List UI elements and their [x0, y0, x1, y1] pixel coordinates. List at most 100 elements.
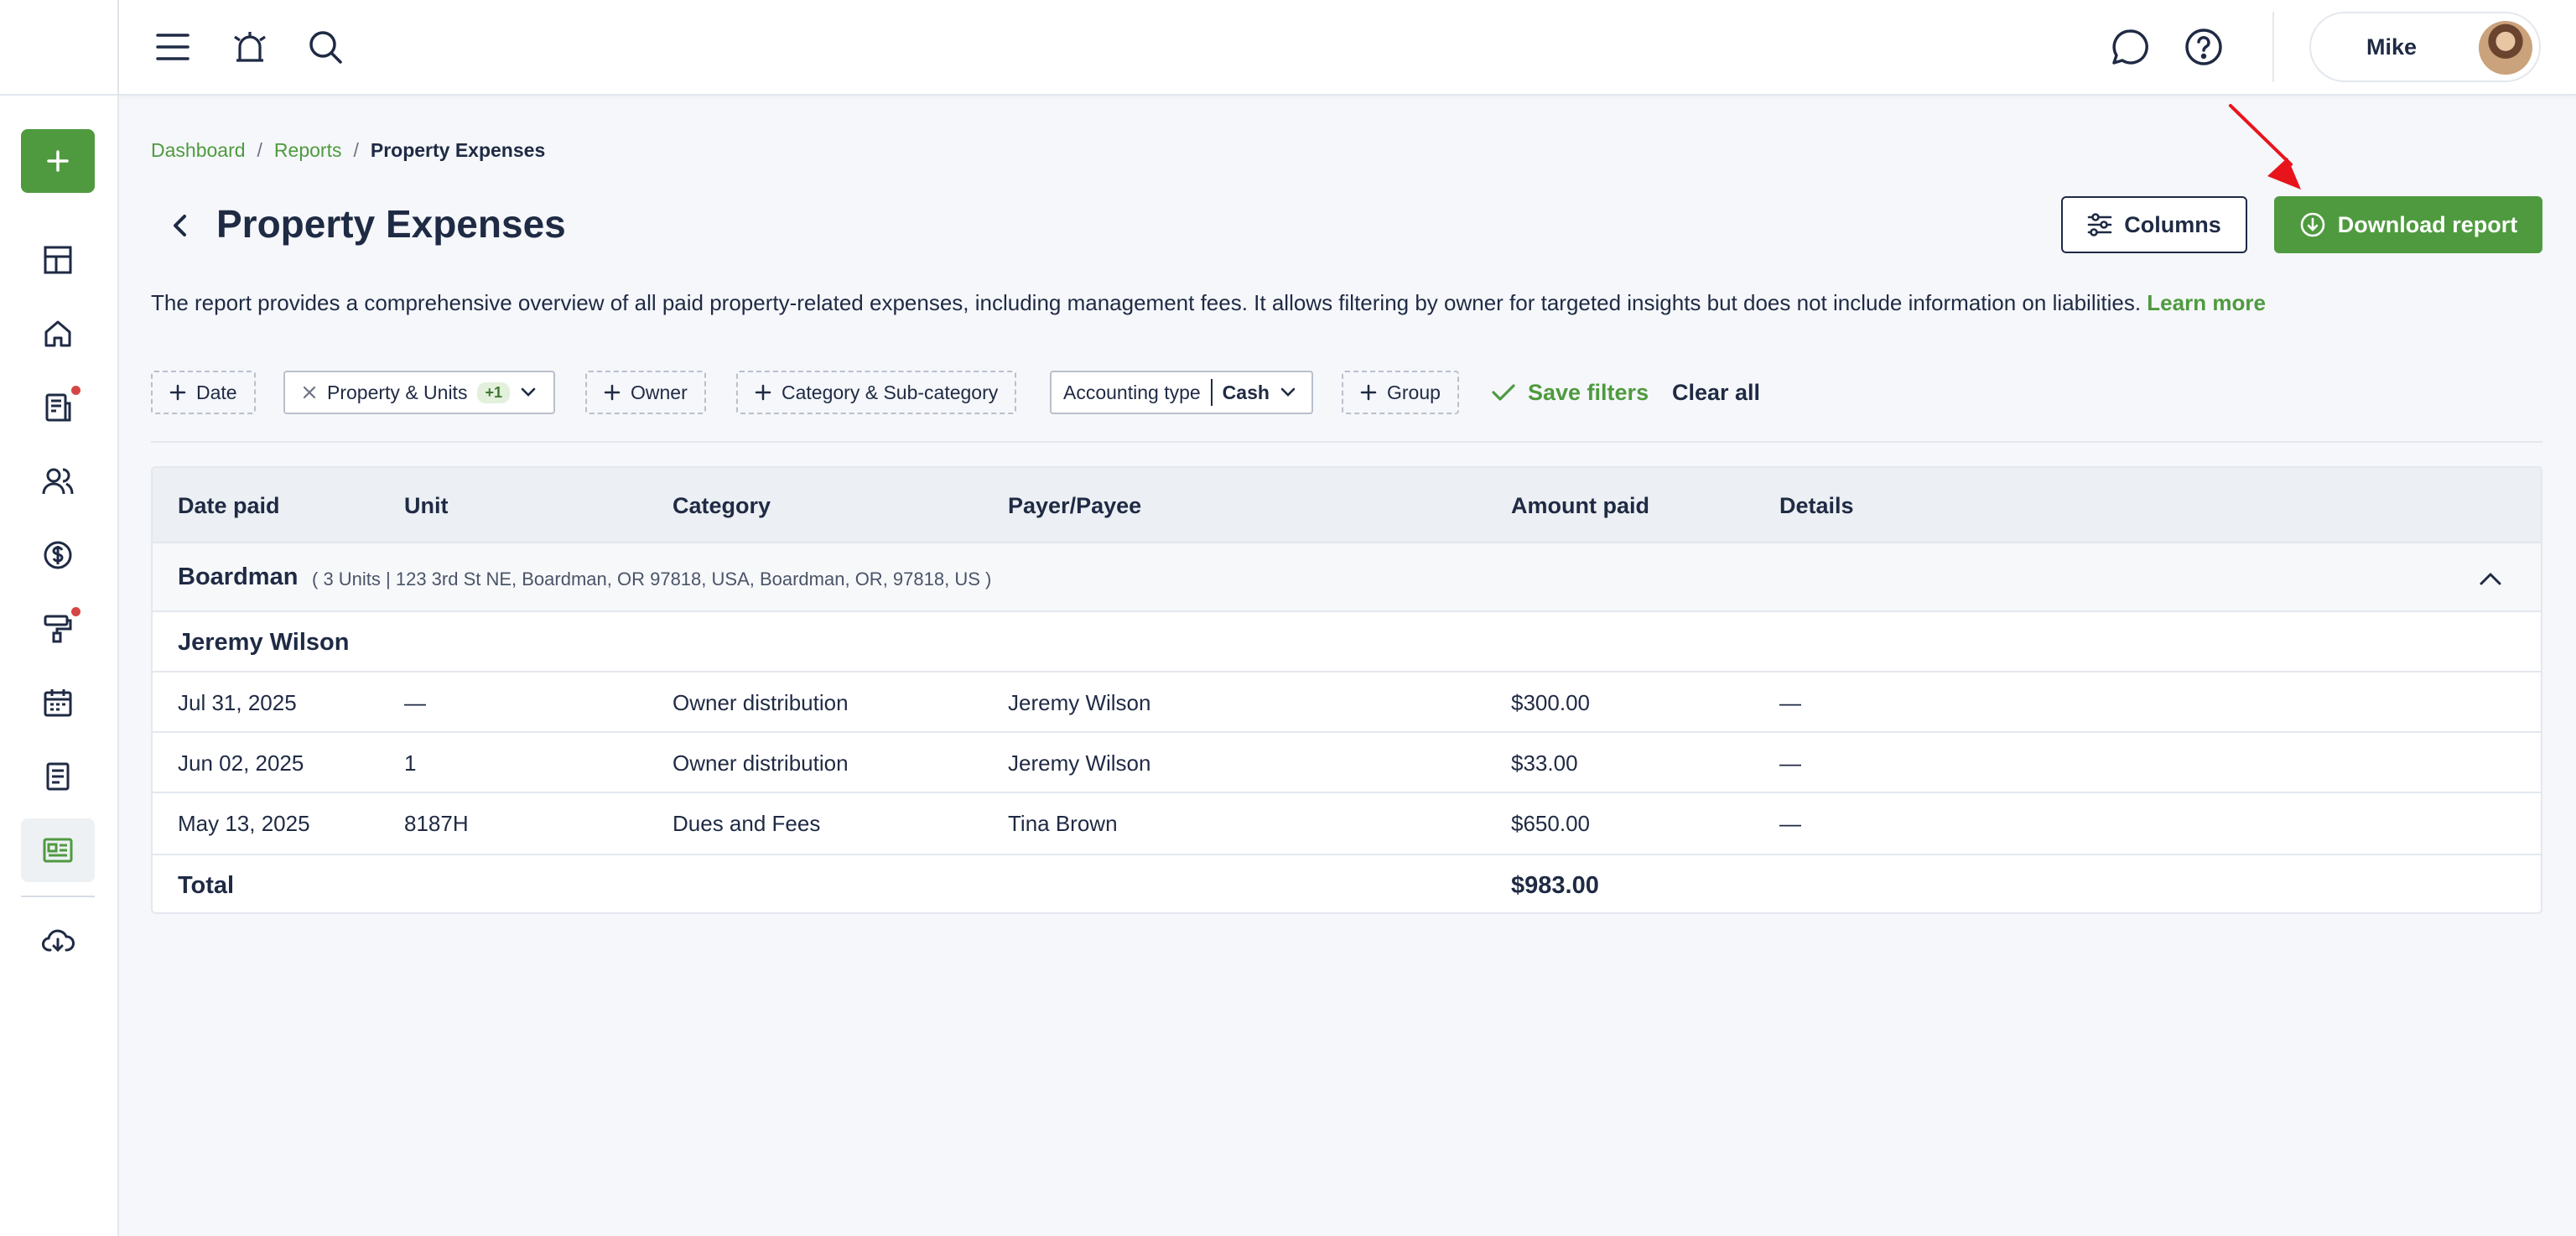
- column-header-details[interactable]: Details: [1779, 493, 1854, 519]
- checkmark-icon: [1492, 384, 1515, 401]
- column-header-date-paid[interactable]: Date paid: [178, 493, 280, 519]
- alerts-button[interactable]: [225, 22, 275, 72]
- group-filter-label: Group: [1387, 381, 1441, 403]
- filters-divider: [151, 441, 2542, 443]
- sidebar: [0, 0, 119, 1236]
- people-icon: [42, 468, 74, 495]
- expenses-table: Date paid Unit Category Payer/Payee Amou…: [151, 466, 2542, 914]
- column-header-unit[interactable]: Unit: [404, 493, 448, 519]
- cell-payer-payee: Jeremy Wilson: [1008, 750, 1151, 776]
- plus-icon: [1360, 384, 1377, 401]
- dashboard-icon: [44, 246, 72, 274]
- columns-button[interactable]: Columns: [2061, 196, 2247, 253]
- breadcrumb-reports[interactable]: Reports: [274, 139, 342, 162]
- sidebar-item-calendar[interactable]: [21, 671, 95, 735]
- plus-icon: [604, 384, 621, 401]
- hamburger-menu-icon: [156, 34, 190, 60]
- total-amount: $983.00: [1511, 872, 1599, 899]
- table-row[interactable]: Jun 02, 2025 1 Owner distribution Jeremy…: [153, 733, 2541, 793]
- group-filter-chip[interactable]: Group: [1342, 371, 1459, 414]
- owner-filter-chip[interactable]: Owner: [585, 371, 706, 414]
- page-title: Property Expenses: [216, 202, 566, 246]
- learn-more-link[interactable]: Learn more: [2147, 290, 2266, 315]
- breadcrumb-dashboard[interactable]: Dashboard: [151, 139, 246, 162]
- columns-label: Columns: [2124, 211, 2221, 237]
- chevron-down-icon: [1280, 387, 1296, 397]
- cell-unit: 8187H: [404, 811, 469, 836]
- breadcrumb: Dashboard / Reports / Property Expenses: [151, 139, 545, 162]
- cell-date-paid: Jun 02, 2025: [178, 750, 304, 776]
- accounting-type-value: Cash: [1222, 381, 1270, 403]
- help-circle-icon: [2185, 29, 2222, 65]
- sidebar-item-leasing[interactable]: [21, 376, 95, 439]
- cell-category: Owner distribution: [673, 690, 849, 715]
- chat-bubble-icon: [2112, 29, 2148, 65]
- save-filters-button[interactable]: Save filters: [1491, 371, 1649, 414]
- add-new-button[interactable]: [21, 129, 95, 193]
- help-button[interactable]: [2179, 22, 2229, 72]
- messages-button[interactable]: [2105, 22, 2155, 72]
- accounting-type-divider: [1210, 379, 1213, 406]
- cell-payer-payee: Jeremy Wilson: [1008, 690, 1151, 715]
- column-header-category[interactable]: Category: [673, 493, 771, 519]
- owner-group-row: Jeremy Wilson: [153, 612, 2541, 673]
- cloud-download-icon: [2300, 212, 2325, 237]
- annotation-arrow: [2229, 104, 2301, 190]
- header-divider: [2272, 12, 2274, 82]
- document-building-icon: [45, 393, 71, 422]
- sidebar-logo-area: [0, 0, 117, 96]
- date-filter-chip[interactable]: Date: [151, 371, 256, 414]
- back-button[interactable]: [161, 206, 200, 245]
- cell-details: —: [1779, 750, 1801, 776]
- paint-roller-icon: [44, 615, 72, 643]
- table-row[interactable]: May 13, 2025 8187H Dues and Fees Tina Br…: [153, 793, 2541, 854]
- collapse-group-button[interactable]: [2475, 563, 2506, 594]
- alarm-bell-icon: [234, 32, 266, 62]
- user-menu[interactable]: Mike: [2309, 12, 2541, 82]
- filter-bar: Date Property & Units +1 Owner Category …: [151, 371, 2542, 414]
- sidebar-item-reports[interactable]: [21, 818, 95, 882]
- property-units-filter[interactable]: Property & Units +1: [283, 371, 555, 414]
- column-header-amount-paid[interactable]: Amount paid: [1511, 493, 1649, 519]
- cell-payer-payee: Tina Brown: [1008, 811, 1118, 836]
- sidebar-item-documents[interactable]: [21, 745, 95, 808]
- description-text: The report provides a comprehensive over…: [151, 290, 2142, 315]
- cell-amount-paid: $300.00: [1511, 690, 1590, 715]
- accounting-type-select[interactable]: Accounting type Cash: [1050, 371, 1313, 414]
- sidebar-item-properties[interactable]: [21, 302, 95, 366]
- sidebar-item-maintenance[interactable]: [21, 597, 95, 661]
- sidebar-item-dashboard[interactable]: [21, 228, 95, 292]
- download-report-button[interactable]: Download report: [2274, 196, 2542, 253]
- total-row: Total $983.00: [153, 854, 2541, 912]
- avatar: [2479, 21, 2532, 75]
- calendar-icon: [44, 689, 72, 717]
- search-button[interactable]: [300, 22, 351, 72]
- user-name: Mike: [2366, 34, 2418, 60]
- cell-date-paid: Jul 31, 2025: [178, 690, 297, 715]
- notification-dot: [71, 607, 80, 616]
- sidebar-item-people[interactable]: [21, 449, 95, 513]
- plus-icon: [755, 384, 771, 401]
- date-filter-label: Date: [196, 381, 237, 403]
- clear-all-button[interactable]: Clear all: [1672, 371, 1760, 414]
- plus-icon: [47, 150, 69, 172]
- save-filters-label: Save filters: [1528, 379, 1649, 405]
- sidebar-item-downloads[interactable]: [21, 909, 95, 973]
- cell-details: —: [1779, 811, 1801, 836]
- home-icon: [44, 320, 71, 347]
- category-filter-label: Category & Sub-category: [782, 381, 999, 403]
- title-row: Property Expenses Columns Download repor…: [151, 196, 2542, 255]
- table-row[interactable]: Jul 31, 2025 — Owner distribution Jeremy…: [153, 673, 2541, 733]
- breadcrumb-current: Property Expenses: [370, 139, 546, 161]
- sidebar-item-accounting[interactable]: [21, 523, 95, 587]
- cell-unit: 1: [404, 750, 417, 776]
- column-header-payer-payee[interactable]: Payer/Payee: [1008, 493, 1141, 519]
- menu-button[interactable]: [148, 22, 198, 72]
- close-icon[interactable]: [302, 385, 317, 400]
- breadcrumb-separator: /: [353, 139, 359, 161]
- cell-amount-paid: $33.00: [1511, 750, 1578, 776]
- document-icon: [46, 762, 70, 791]
- reports-icon: [43, 838, 73, 863]
- category-filter-chip[interactable]: Category & Sub-category: [736, 371, 1017, 414]
- selection-count-badge: +1: [477, 382, 510, 403]
